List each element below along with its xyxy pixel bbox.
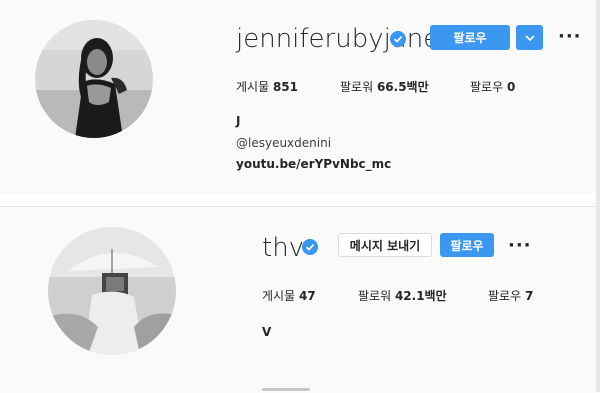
follow-button[interactable]: 팔로우 (430, 25, 510, 50)
posts-count: 게시물 47 (262, 289, 316, 303)
follow-button[interactable]: 팔로우 (440, 233, 494, 257)
following-count[interactable]: 팔로우 0 (470, 78, 515, 95)
chevron-down-icon (524, 34, 535, 41)
followers-count[interactable]: 팔로워 66.5백만 (340, 78, 429, 95)
suggestions-dropdown-button[interactable] (516, 25, 543, 50)
profile-header-thv: thv 메시지 보내기 팔로우 ··· 게시물 47 팔로워 42.1백만 팔로… (0, 206, 600, 393)
followers-count[interactable]: 팔로워 42.1백만 (358, 287, 447, 304)
posts-count: 게시물 851 (236, 80, 299, 94)
bio-name: V (262, 325, 272, 339)
username: thv (262, 233, 305, 263)
section-divider (0, 194, 600, 206)
username: jenniferubyjane (236, 24, 440, 54)
following-count[interactable]: 팔로우 7 (488, 287, 533, 304)
verified-badge-icon (390, 31, 406, 47)
profile-avatar[interactable] (48, 227, 176, 355)
scroll-indicator (262, 388, 310, 391)
verified-badge-icon (302, 239, 318, 255)
bio-name: J (236, 114, 241, 128)
message-button[interactable]: 메시지 보내기 (338, 233, 432, 257)
avatar-image (48, 227, 176, 355)
profile-avatar[interactable] (35, 20, 153, 138)
bio-mention-link[interactable]: @lesyeuxdenini (236, 136, 331, 150)
bio-external-link[interactable]: youtu.be/erYPvNbc_mc (236, 157, 391, 171)
avatar-image (35, 20, 153, 138)
profile-header-jennierubyjane: jenniferubyjane 팔로우 ··· 게시물 851 팔로워 66.5… (0, 0, 600, 194)
more-options-icon[interactable]: ··· (558, 28, 582, 46)
more-options-icon[interactable]: ··· (508, 237, 532, 255)
scrollbar-track[interactable] (596, 0, 600, 392)
